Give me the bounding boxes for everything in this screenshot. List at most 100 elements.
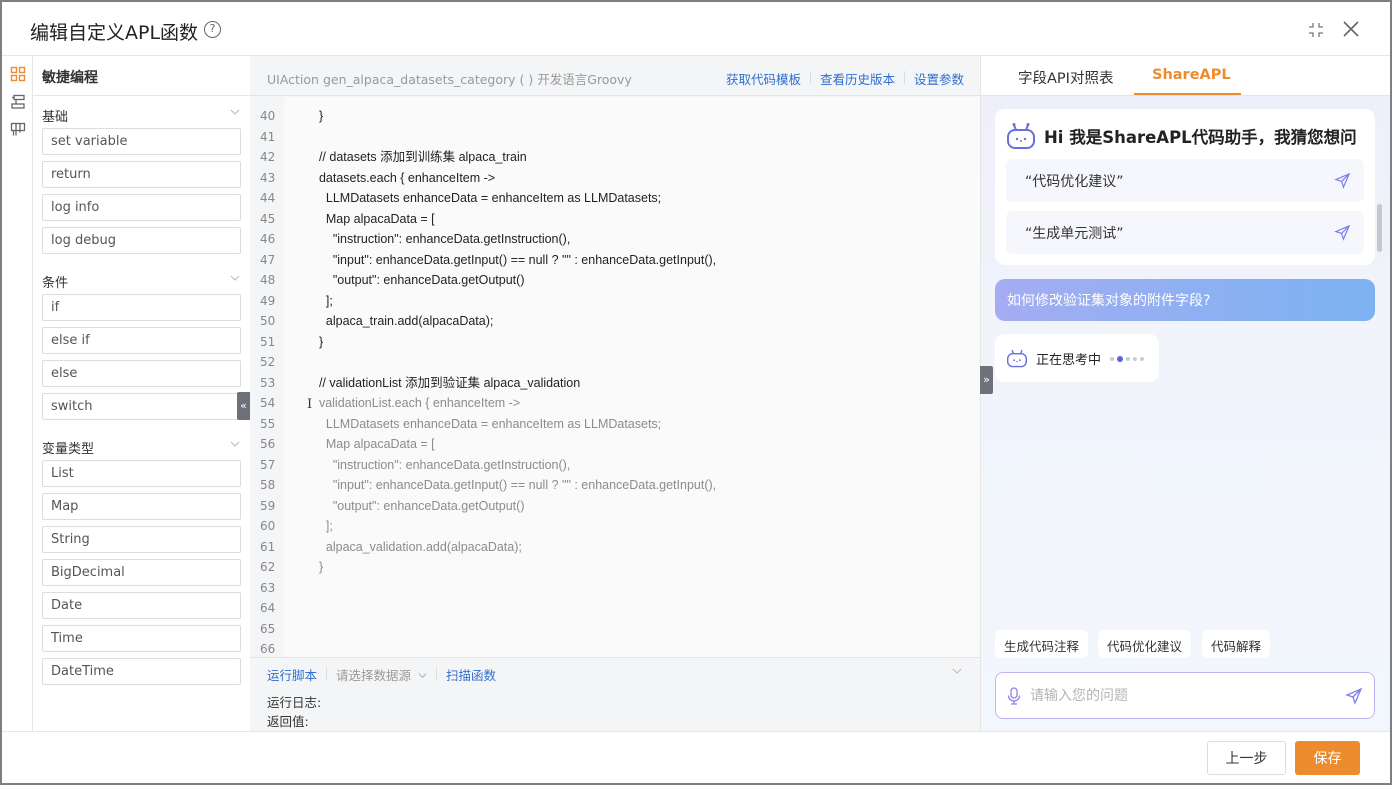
line-number: 54 [260,396,276,410]
chevron-down-icon [230,109,240,115]
divider [903,71,905,84]
snippet-item[interactable]: switch [42,393,241,420]
code-text: Map alpacaData = [ [312,437,435,451]
line-number: 58 [260,478,276,492]
snippet-item[interactable]: Date [42,592,241,619]
code-line: 52 [250,352,980,373]
board-icon[interactable] [10,122,26,138]
view-history-link[interactable]: 查看历史版本 [820,69,895,88]
code-line: 48 "output": enhanceData.getOutput() [250,270,980,291]
exit-fullscreen-icon[interactable] [1308,22,1324,38]
divider [326,667,328,680]
code-line: 64 [250,598,980,619]
line-number: 61 [260,539,276,554]
code-line: 53 // validationList 添加到验证集 alpaca_valid… [250,373,980,394]
run-script-button[interactable]: 运行脚本 [267,665,317,684]
run-panel: 运行脚本 请选择数据源 扫描函数 运行日志: 返回值: [250,657,980,731]
code-text: LLMDatasets enhanceData = enhanceItem as… [312,191,662,205]
send-icon[interactable] [1345,687,1363,705]
code-line: 50 alpaca_train.add(alpacaData); [250,311,980,332]
close-icon[interactable] [1342,20,1360,38]
save-button[interactable]: 保存 [1295,741,1360,775]
dialog-title: 编辑自定义APL函数 [30,22,199,44]
run-log-label: 运行日志: [267,695,322,710]
code-text: "input": enhanceData.getInput() == null … [312,478,717,492]
suggestion-code-optimization[interactable]: “代码优化建议” [1006,159,1364,202]
code-text: validationList.each { enhanceItem -> [312,396,521,410]
quick-action-code-optimization[interactable]: 代码优化建议 [1098,630,1192,658]
welcome-title: Hi 我是ShareAPL代码助手，我猜您想问 [1044,128,1357,147]
snippet-item[interactable]: else [42,360,241,387]
line-number: 57 [260,457,276,472]
code-line: 62 } [250,557,980,578]
robot-icon [1007,123,1035,149]
snippet-item[interactable]: if [42,294,241,321]
suggestion-unit-test[interactable]: “生成单元测试” [1006,211,1364,254]
set-params-link[interactable]: 设置参数 [914,69,964,88]
code-text: } [312,334,324,349]
line-number: 63 [260,580,276,595]
chevron-down-icon[interactable] [952,666,962,676]
loading-dot [1140,357,1144,361]
snippet-item[interactable]: log info [42,194,241,221]
divider [809,71,811,84]
tab-field-api-reference[interactable]: 字段API对照表 [1018,67,1113,88]
code-line: 56 Map alpacaData = [ [250,434,980,455]
snippet-group-title[interactable]: 条件 [42,272,250,291]
tab-shareapl[interactable]: ShareAPL [1152,67,1231,83]
code-line: 42 // datasets 添加到训练集 alpaca_train [250,147,980,168]
question-input[interactable] [1030,685,1330,707]
snippet-item[interactable]: return [42,161,241,188]
loading-dot [1126,357,1130,361]
line-number: 52 [260,355,276,369]
snippet-item[interactable]: Time [42,625,241,652]
datasource-select[interactable]: 请选择数据源 [336,665,427,684]
active-tab-indicator [1134,93,1241,95]
snippet-item[interactable]: else if [42,327,241,354]
snippet-group-title[interactable]: 变量类型 [42,438,250,457]
snippet-group-title[interactable]: 基础 [42,106,250,125]
get-code-template-link[interactable]: 获取代码模板 [726,69,801,88]
microphone-icon[interactable] [1007,687,1021,705]
quick-action-generate-comments[interactable]: 生成代码注释 [995,630,1089,658]
snippet-item[interactable]: String [42,526,241,553]
collapse-snippet-panel-button[interactable]: « [237,392,250,420]
snippet-panel-title: 敏捷编程 [33,56,250,96]
snippet-item[interactable]: log debug [42,227,241,254]
quick-action-code-explain[interactable]: 代码解释 [1202,630,1271,658]
help-icon[interactable]: ? [204,21,221,38]
code-line: 45 Map alpacaData = [ [250,209,980,230]
code-text: LLMDatasets enhanceData = enhanceItem as… [312,416,662,431]
chat-scrollbar[interactable] [1377,204,1382,252]
code-line: 57 "instruction": enhanceData.getInstruc… [250,455,980,476]
code-line: 66 [250,639,980,657]
grid-icon[interactable] [10,66,26,82]
scan-function-button[interactable]: 扫描函数 [446,665,496,684]
tree-icon[interactable] [10,94,26,110]
code-text: "instruction": enhanceData.getInstructio… [312,232,571,246]
code-text: "input": enhanceData.getInput() == null … [312,252,717,267]
line-number: 47 [260,252,276,267]
snippet-item[interactable]: DateTime [42,658,241,685]
snippet-item[interactable]: BigDecimal [42,559,241,586]
divider [436,667,438,680]
line-number: 44 [260,191,276,205]
snippet-item[interactable]: Map [42,493,241,520]
editor-header: UIAction gen_alpaca_datasets_category ( … [250,56,980,96]
code-line: 49 ]; [250,291,980,312]
suggestion-label: “代码优化建议” [1025,174,1124,190]
thinking-bubble: 正在思考中 [995,334,1159,382]
snippet-item[interactable]: List [42,460,241,487]
assistant-panel: 字段API对照表 ShareAPL Hi 我是ShareAPL代码助手，我猜您想… [980,56,1390,731]
line-number: 41 [260,129,276,144]
line-number: 55 [260,416,276,431]
code-line: 58 "input": enhanceData.getInput() == nu… [250,475,980,496]
collapse-assistant-panel-button[interactable]: » [980,366,993,394]
send-icon [1334,224,1351,241]
snippet-item[interactable]: set variable [42,128,241,155]
code-line: 41 [250,127,980,148]
welcome-card: Hi 我是ShareAPL代码助手，我猜您想问 “代码优化建议” “生成单元测试… [995,109,1375,265]
code-area[interactable]: 40 } 41 42 // datasets 添加到训练集 alpaca_train… [250,97,980,657]
code-line: 46 "instruction": enhanceData.getInstruc… [250,229,980,250]
previous-step-button[interactable]: 上一步 [1207,741,1286,775]
